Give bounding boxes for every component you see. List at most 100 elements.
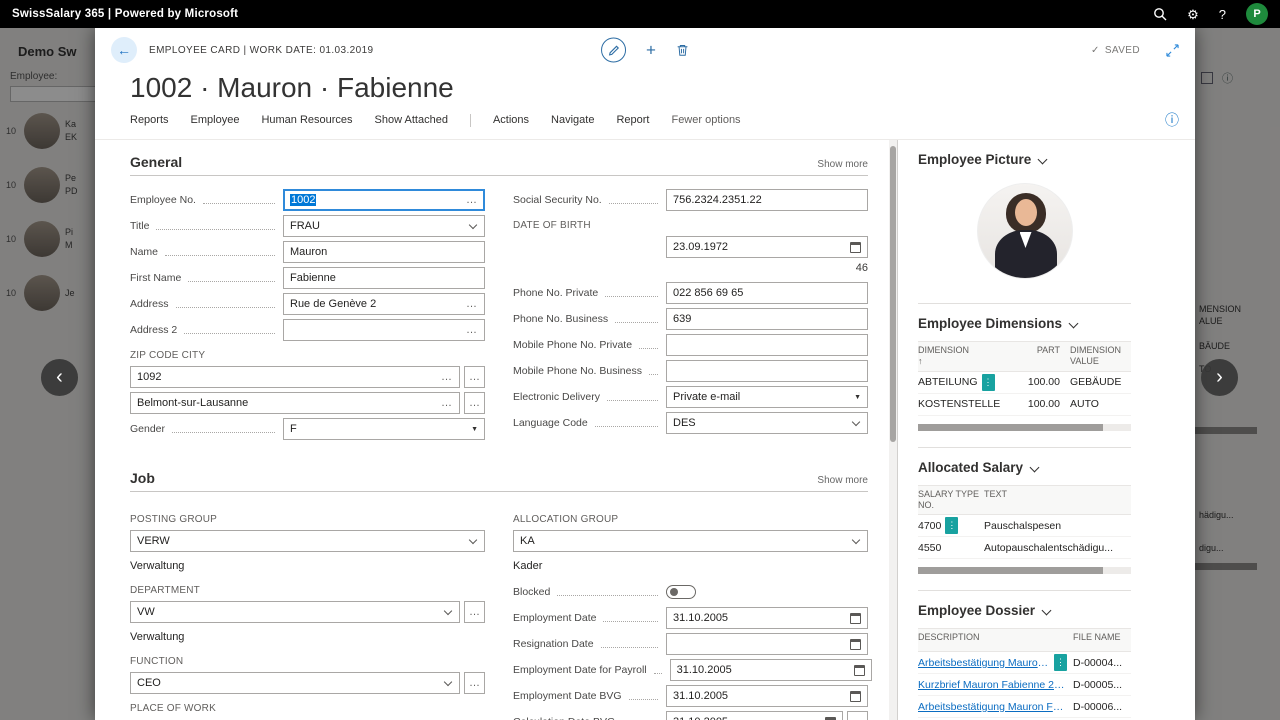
field-calculation-date-bvg: Calculation Date BVG 31.10.2005 … <box>513 711 868 720</box>
city-input[interactable]: Belmont-sur-Lausanne… <box>130 392 460 414</box>
mobile-private-input[interactable] <box>666 334 868 356</box>
menu-human-resources[interactable]: Human Resources <box>261 114 352 126</box>
expand-icon[interactable] <box>1166 43 1179 57</box>
employment-date-bvg-input[interactable]: 31.10.2005 <box>666 685 868 707</box>
allocated-salary-header[interactable]: Allocated Salary <box>918 460 1131 475</box>
field-employee-no: Employee No. 1002… <box>130 189 485 211</box>
scrollbar-thumb[interactable] <box>890 146 896 442</box>
vertical-scrollbar[interactable] <box>889 140 897 720</box>
city-lookup-button[interactable]: … <box>464 392 485 414</box>
dimension-row[interactable]: ABTEILUNG ⋮ 100.00 GEBÄUDE <box>918 372 1131 394</box>
chevron-down-icon[interactable] <box>468 535 478 544</box>
address-input[interactable]: Rue de Genève 2… <box>283 293 485 315</box>
electronic-delivery-select[interactable]: Private e-mail ▼ <box>666 386 868 408</box>
calculation-date-bvg-assist-button[interactable]: … <box>847 711 868 720</box>
show-more-link[interactable]: Show more <box>817 475 868 486</box>
employee-dimensions-header[interactable]: Employee Dimensions <box>918 316 1131 331</box>
scrollbar-thumb[interactable] <box>918 423 1104 431</box>
edit-button[interactable] <box>601 37 627 63</box>
date-of-birth-input[interactable]: 23.09.1972 <box>666 236 868 258</box>
assist-edit-icon[interactable]: … <box>441 371 453 383</box>
menu-actions[interactable]: Actions <box>493 114 529 126</box>
assist-edit-icon[interactable]: … <box>466 298 478 310</box>
info-icon[interactable]: ⓘ <box>1165 110 1179 130</box>
calendar-icon[interactable] <box>850 638 861 650</box>
horizontal-scrollbar[interactable] <box>918 567 1131 574</box>
gear-icon[interactable]: ⚙ <box>1187 8 1199 21</box>
gender-select[interactable]: F ▼ <box>283 418 485 440</box>
department-input[interactable]: VW <box>130 601 460 623</box>
dossier-row[interactable]: Kurzbrief Mauron Fabienne 28... D-00005.… <box>918 674 1131 696</box>
chevron-down-icon[interactable] <box>851 535 861 544</box>
employee-picture-header[interactable]: Employee Picture <box>918 152 1131 167</box>
menu-show-attached[interactable]: Show Attached <box>375 114 448 126</box>
function-lookup-button[interactable]: … <box>464 672 485 694</box>
first-name-input[interactable]: Fabienne <box>283 267 485 289</box>
salary-row[interactable]: 4550 Autopauschalentschädigu... <box>918 537 1131 559</box>
zip-input[interactable]: 1092… <box>130 366 460 388</box>
employee-no-input[interactable]: 1002… <box>283 189 485 211</box>
chevron-down-icon[interactable] <box>468 220 478 229</box>
social-security-input[interactable]: 756.2324.2351.22 <box>666 189 868 211</box>
employment-date-payroll-input[interactable]: 31.10.2005 <box>669 659 872 681</box>
language-code-input[interactable]: DES <box>666 412 868 434</box>
employment-date-input[interactable]: 31.10.2005 <box>666 607 868 629</box>
assist-edit-icon[interactable]: … <box>441 397 453 409</box>
dossier-row[interactable]: Arbeitsbestätigung Mauron Fa... D-00006.… <box>918 696 1131 718</box>
scrollbar-thumb[interactable] <box>918 567 1104 574</box>
employee-dossier-header[interactable]: Employee Dossier <box>918 603 1131 618</box>
dossier-row[interactable]: Arbeitsbestätigung Mauron Fa...⋮ D-00004… <box>918 652 1131 674</box>
address2-input[interactable]: … <box>283 319 485 341</box>
dossier-link[interactable]: Arbeitsbestätigung Mauron Fa... <box>918 657 1050 669</box>
calendar-icon[interactable] <box>850 612 861 624</box>
assist-edit-icon[interactable]: … <box>466 194 478 206</box>
title-input[interactable]: FRAU <box>283 215 485 237</box>
new-button[interactable]: + <box>646 40 656 60</box>
profile-avatar[interactable]: P <box>1246 3 1268 25</box>
name-input[interactable]: Mauron <box>283 241 485 263</box>
help-icon[interactable]: ? <box>1219 8 1226 21</box>
dropdown-triangle-icon[interactable]: ▼ <box>854 394 861 401</box>
menu-navigate[interactable]: Navigate <box>551 114 594 126</box>
menu-reports[interactable]: Reports <box>130 114 169 126</box>
allocation-group-input[interactable]: KA <box>513 530 868 552</box>
previous-record-button[interactable]: ‹ <box>41 359 78 396</box>
chevron-down-icon[interactable] <box>851 417 861 426</box>
row-menu-button[interactable]: ⋮ <box>981 373 995 391</box>
phone-private-input[interactable]: 022 856 69 65 <box>666 282 868 304</box>
search-icon[interactable] <box>1153 7 1167 21</box>
menu-report[interactable]: Report <box>616 114 649 126</box>
menu-employee[interactable]: Employee <box>191 114 240 126</box>
calendar-icon[interactable] <box>850 241 861 253</box>
show-more-link[interactable]: Show more <box>817 159 868 170</box>
horizontal-scrollbar[interactable] <box>918 423 1131 431</box>
next-record-button[interactable]: › <box>1201 359 1238 396</box>
dimension-row[interactable]: KOSTENSTELLE 100.00 AUTO <box>918 394 1131 416</box>
salary-row[interactable]: 4700 ⋮ Pauschalspesen <box>918 515 1131 537</box>
calendar-icon[interactable] <box>825 716 836 720</box>
row-menu-button[interactable]: ⋮ <box>1054 654 1067 671</box>
department-lookup-button[interactable]: … <box>464 601 485 623</box>
back-button[interactable]: ← <box>111 37 137 63</box>
chevron-down-icon[interactable] <box>443 677 453 686</box>
calendar-icon[interactable] <box>850 690 861 702</box>
mobile-business-input[interactable] <box>666 360 868 382</box>
chevron-down-icon[interactable] <box>443 606 453 615</box>
posting-group-input[interactable]: VERW <box>130 530 485 552</box>
dropdown-triangle-icon[interactable]: ▼ <box>471 426 478 433</box>
assist-edit-icon[interactable]: … <box>466 324 478 336</box>
calendar-icon[interactable] <box>853 664 865 676</box>
blocked-toggle[interactable] <box>666 585 696 599</box>
dossier-link[interactable]: Arbeitsbestätigung Mauron Fa... <box>918 701 1067 713</box>
menu-fewer-options[interactable]: Fewer options <box>671 114 740 126</box>
row-menu-button[interactable]: ⋮ <box>945 517 959 534</box>
delete-button[interactable] <box>676 44 689 57</box>
function-input[interactable]: CEO <box>130 672 460 694</box>
resignation-date-input[interactable] <box>666 633 868 655</box>
employee-photo[interactable] <box>976 183 1073 279</box>
phone-business-input[interactable]: 639 <box>666 308 868 330</box>
zip-lookup-button[interactable]: … <box>464 366 485 388</box>
dossier-link[interactable]: Kurzbrief Mauron Fabienne 28... <box>918 679 1067 691</box>
calculation-date-bvg-input[interactable]: 31.10.2005 <box>666 711 843 720</box>
dotted-leader <box>615 321 658 323</box>
